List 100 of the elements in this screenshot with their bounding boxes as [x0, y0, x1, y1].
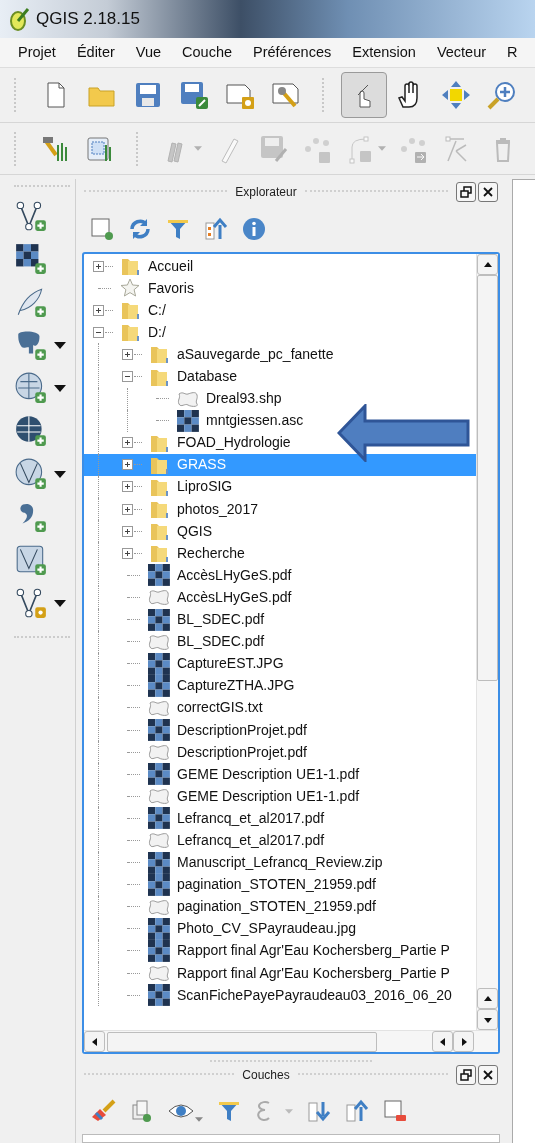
menu-item[interactable]: Couche [182, 41, 233, 64]
float-button[interactable] [456, 1065, 476, 1085]
tree-row[interactable]: Favoris [84, 277, 476, 300]
menu-item[interactable]: R [507, 41, 518, 64]
tree-row[interactable]: GEME Description UE1-1.pdf [84, 763, 476, 786]
toolbar-button[interactable] [14, 371, 66, 405]
expand-icon[interactable] [122, 459, 133, 471]
browser-tree[interactable] [82, 252, 500, 1054]
menu-item[interactable]: Vue [135, 41, 162, 64]
menu-item[interactable]: Extension [352, 41, 416, 64]
panel-title: Explorateur [235, 184, 297, 201]
tree-row[interactable]: Rapport final Agr'Eau Kochersberg_Partie P [84, 962, 476, 985]
tree-row[interactable]: AccèsLHyGeS.pdf [84, 564, 476, 587]
add-group-icon[interactable] [130, 1099, 154, 1123]
caret-icon [285, 1108, 293, 1114]
toolbar-button[interactable] [14, 199, 48, 233]
tree-row[interactable]: Manuscript_Lefrancq_Review.zip [84, 851, 476, 874]
filter-icon[interactable] [217, 1099, 241, 1123]
raster-icon [177, 409, 199, 432]
toolbar-button[interactable] [14, 242, 48, 276]
scroll-left-button[interactable] [84, 1031, 105, 1052]
tree-row[interactable]: mntgiessen.asc [84, 409, 476, 432]
raster-icon [148, 807, 170, 830]
toolbar-button[interactable] [14, 586, 66, 620]
horizontal-scrollbar[interactable] [84, 1030, 498, 1052]
collapse-icon[interactable] [122, 371, 133, 382]
scroll-down-button[interactable] [477, 1009, 498, 1030]
globe-add-icon [14, 371, 48, 405]
tree-row[interactable]: D:/ [84, 321, 476, 344]
raster-icon [148, 564, 170, 587]
collapse-icon[interactable] [93, 326, 104, 338]
tree-row[interactable]: Recherche [84, 542, 476, 565]
tree-row[interactable]: Accueil [84, 255, 476, 278]
expand-icon[interactable] [122, 348, 133, 360]
expand-icon[interactable] [122, 525, 133, 537]
collapse-all-icon[interactable] [345, 1099, 369, 1123]
tree-row[interactable]: CaptureEST.JPG [84, 652, 476, 675]
menu-item[interactable]: Vecteur [436, 41, 487, 64]
tree-row[interactable]: LiproSIG [84, 475, 476, 499]
folder-icon [149, 344, 169, 365]
scrollbar-thumb[interactable] [107, 1031, 377, 1052]
float-button[interactable] [456, 182, 476, 202]
refresh-icon[interactable] [128, 216, 152, 241]
tree-row[interactable]: Lefrancq_et_al2017.pdf [84, 807, 476, 830]
tree-row[interactable]: Dreal93.shp [84, 387, 476, 410]
tree-row[interactable]: Lefrancq_et_al2017.pdf [84, 829, 476, 852]
brush-icon[interactable] [90, 1099, 116, 1123]
tree-row[interactable]: CaptureZTHA.JPG [84, 674, 476, 697]
tree-row[interactable]: DescriptionProjet.pdf [84, 741, 476, 764]
tree-row[interactable]: pagination_STOTEN_21959.pdf [84, 895, 476, 918]
tree-item-label: Manuscript_Lefrancq_Review.zip [177, 853, 383, 873]
toolbar-button[interactable] [14, 414, 48, 448]
add-selection-icon[interactable] [90, 216, 114, 241]
tree-row[interactable]: ScanFichePayePayraudeau03_2016_06_20 [84, 984, 476, 1007]
tree-row[interactable]: Database [84, 365, 476, 388]
vertical-scrollbar[interactable] [476, 254, 498, 1030]
map-canvas[interactable] [512, 179, 535, 1143]
tree-row[interactable]: AccèsLHyGeS.pdf [84, 586, 476, 609]
tree-row[interactable]: C:/ [84, 299, 476, 322]
expand-icon[interactable] [122, 481, 133, 493]
tree-row[interactable]: QGIS [84, 520, 476, 543]
expand-icon[interactable] [122, 503, 133, 515]
scroll-left-button[interactable] [432, 1031, 453, 1052]
tree-row[interactable]: correctGIS.txt [84, 696, 476, 719]
info-icon[interactable] [242, 216, 266, 241]
tree-row[interactable]: DescriptionProjet.pdf [84, 718, 476, 742]
expand-icon[interactable] [122, 547, 133, 559]
expand-icon[interactable] [122, 437, 133, 449]
scroll-up-button[interactable] [477, 254, 498, 275]
collapse-all-icon[interactable] [204, 216, 228, 241]
raster-icon [148, 608, 170, 631]
close-button[interactable] [478, 182, 498, 202]
menu-item[interactable]: Projet [18, 41, 56, 64]
scrollbar-thumb[interactable] [477, 275, 498, 681]
scroll-up-button[interactable] [477, 988, 498, 1009]
tree-row[interactable]: photos_2017 [84, 498, 476, 521]
tree-item-label: Dreal93.shp [206, 389, 282, 409]
expand-icon[interactable] [93, 260, 104, 272]
polygon-icon [148, 898, 170, 915]
remove-layer-icon[interactable] [383, 1099, 407, 1123]
tree-row[interactable]: BL_SDEC.pdf [84, 630, 476, 653]
tree-row[interactable]: GEME Description UE1-1.pdf [84, 785, 476, 808]
expand-icon[interactable] [93, 304, 104, 316]
tree-item-label: Rapport final Agr'Eau Kochersberg_Partie P [177, 963, 450, 983]
tree-row[interactable]: Photo_CV_SPayraudeau.jpg [84, 917, 476, 940]
tree-row[interactable]: pagination_STOTEN_21959.pdf [84, 873, 476, 896]
vector-add-icon [14, 199, 48, 233]
tree-item-label: DescriptionProjet.pdf [177, 720, 307, 740]
menu-item[interactable]: Éditer [76, 41, 115, 64]
close-button[interactable] [478, 1065, 498, 1085]
expand-all-icon[interactable] [307, 1099, 331, 1123]
tree-row[interactable]: aSauvegarde_pc_fanette [84, 343, 476, 366]
scroll-right-button[interactable] [453, 1031, 474, 1052]
toolbar-button[interactable] [14, 457, 66, 491]
tree-row[interactable]: FOAD_Hydrologie [84, 431, 476, 454]
menu-item[interactable]: Préférences [253, 41, 332, 64]
tree-row[interactable]: BL_SDEC.pdf [84, 608, 476, 631]
folder-icon [120, 322, 140, 343]
tree-item-label: Accueil [148, 256, 194, 276]
tree-row[interactable]: Rapport final Agr'Eau Kochersberg_Partie P [84, 939, 476, 962]
